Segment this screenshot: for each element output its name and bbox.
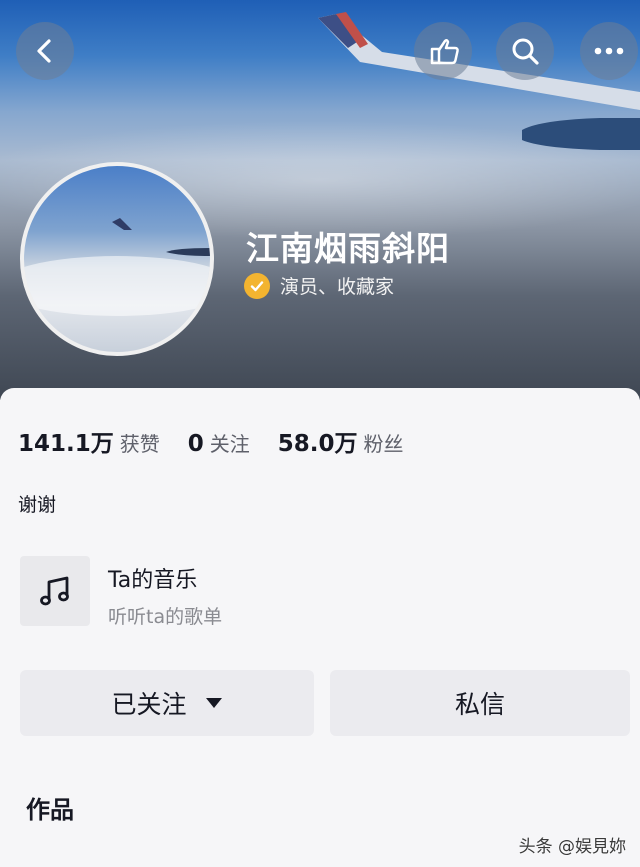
likes-label: 获赞	[119, 432, 160, 456]
followed-button[interactable]: 已关注	[20, 670, 314, 736]
back-button[interactable]	[16, 22, 74, 80]
likes-count[interactable]: 141.1万	[18, 424, 114, 458]
music-subtitle: 听听ta的歌单	[108, 606, 223, 628]
followed-label: 已关注	[111, 690, 187, 719]
following-label: 关注	[209, 432, 250, 456]
verified-check-icon	[244, 272, 270, 299]
profile-name: 江南烟雨斜阳	[246, 229, 450, 268]
airplane-wing	[318, 12, 640, 150]
more-icon	[594, 47, 624, 55]
search-icon	[512, 38, 539, 65]
music-note-icon	[40, 576, 69, 606]
gesture-button[interactable]	[414, 22, 472, 80]
followers-count[interactable]: 58.0万	[278, 424, 358, 458]
followers-label: 粉丝	[363, 432, 404, 456]
message-button[interactable]: 私信	[330, 670, 630, 736]
profile-card	[0, 388, 640, 867]
watermark: 头条 @娱見妳	[518, 837, 626, 857]
hand-pointer-icon	[430, 38, 459, 65]
verification-row: 演员、收藏家	[244, 272, 394, 299]
search-button[interactable]	[496, 22, 554, 80]
following-count[interactable]: 0	[188, 431, 204, 457]
message-label: 私信	[454, 690, 505, 719]
works-tab-title[interactable]: 作品	[26, 790, 74, 825]
verification-text: 演员、收藏家	[280, 276, 395, 298]
stats-row: 141.1万 获赞 0 关注 58.0万 粉丝	[18, 424, 432, 458]
caret-down-icon	[205, 698, 222, 708]
bio-text: 谢谢	[18, 494, 57, 516]
more-button[interactable]	[580, 22, 638, 80]
avatar-image	[24, 218, 210, 316]
chevron-left-icon	[37, 39, 51, 63]
music-title[interactable]: Ta的音乐	[108, 562, 197, 594]
music-entry-thumbnail[interactable]	[20, 556, 90, 626]
avatar[interactable]	[20, 162, 214, 356]
